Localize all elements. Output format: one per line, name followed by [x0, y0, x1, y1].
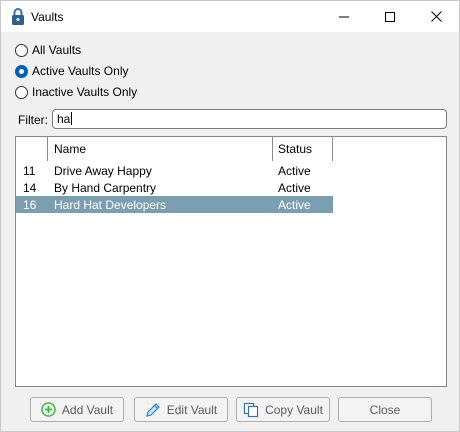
table-row-selected[interactable]: 16 Hard Hat Developers Active [16, 196, 333, 213]
padlock-icon [11, 7, 25, 26]
window-title: Vaults [31, 10, 64, 24]
table-row[interactable]: 11 Drive Away Happy Active [16, 162, 333, 179]
add-vault-button[interactable]: Add Vault [30, 397, 124, 422]
list-header: Name Status [16, 137, 446, 161]
radio-button[interactable] [15, 43, 28, 57]
copy-vault-label: Copy Vault [265, 402, 323, 417]
filter-value: ha [57, 112, 71, 126]
radio-inactive-vaults-only[interactable]: Inactive Vaults Only [15, 84, 137, 100]
filter-input[interactable]: ha [52, 109, 447, 129]
close-label: Close [369, 402, 401, 417]
column-divider[interactable] [47, 137, 48, 161]
radio-active-vaults-only[interactable]: Active Vaults Only [15, 63, 128, 79]
cell-name: Drive Away Happy [54, 164, 152, 178]
add-vault-label: Add Vault [61, 402, 114, 417]
column-divider[interactable] [272, 137, 273, 161]
vaults-list[interactable]: Name Status 11 Drive Away Happy Active 1… [15, 136, 447, 387]
edit-vault-button[interactable]: Edit Vault [134, 397, 228, 422]
column-divider[interactable] [332, 137, 333, 161]
radio-button[interactable] [15, 64, 28, 78]
edit-vault-label: Edit Vault [166, 402, 218, 417]
cell-name: Hard Hat Developers [54, 198, 167, 212]
cell-status: Active [278, 198, 311, 212]
column-header-name[interactable]: Name [54, 142, 86, 156]
plus-circle-icon [41, 402, 56, 417]
vaults-window: Vaults All Vaults Active Vaults Only Ina… [0, 0, 460, 432]
maximize-button[interactable] [367, 1, 413, 32]
copy-icon [243, 402, 259, 417]
radio-label: Inactive Vaults Only [32, 85, 138, 99]
close-icon [430, 11, 442, 22]
minimize-icon [339, 16, 349, 17]
cell-status: Active [278, 164, 311, 178]
title-bar[interactable]: Vaults [1, 1, 459, 32]
close-window-button[interactable] [413, 1, 459, 32]
minimize-button[interactable] [321, 1, 367, 32]
radio-button[interactable] [15, 85, 28, 99]
table-row[interactable]: 14 By Hand Carpentry Active [16, 179, 333, 196]
cell-id: 14 [23, 181, 37, 195]
copy-vault-button[interactable]: Copy Vault [236, 397, 330, 422]
radio-label: All Vaults [32, 43, 82, 57]
filter-label: Filter: [18, 113, 48, 127]
cell-name: By Hand Carpentry [54, 181, 157, 195]
text-caret [71, 112, 73, 125]
maximize-icon [385, 11, 395, 22]
cell-status: Active [278, 181, 311, 195]
radio-all-vaults[interactable]: All Vaults [15, 42, 81, 58]
pencil-icon [145, 402, 160, 417]
cell-id: 11 [23, 164, 36, 178]
radio-label: Active Vaults Only [32, 64, 129, 78]
close-button[interactable]: Close [338, 397, 432, 422]
cell-id: 16 [23, 198, 37, 212]
column-header-status[interactable]: Status [278, 142, 312, 156]
